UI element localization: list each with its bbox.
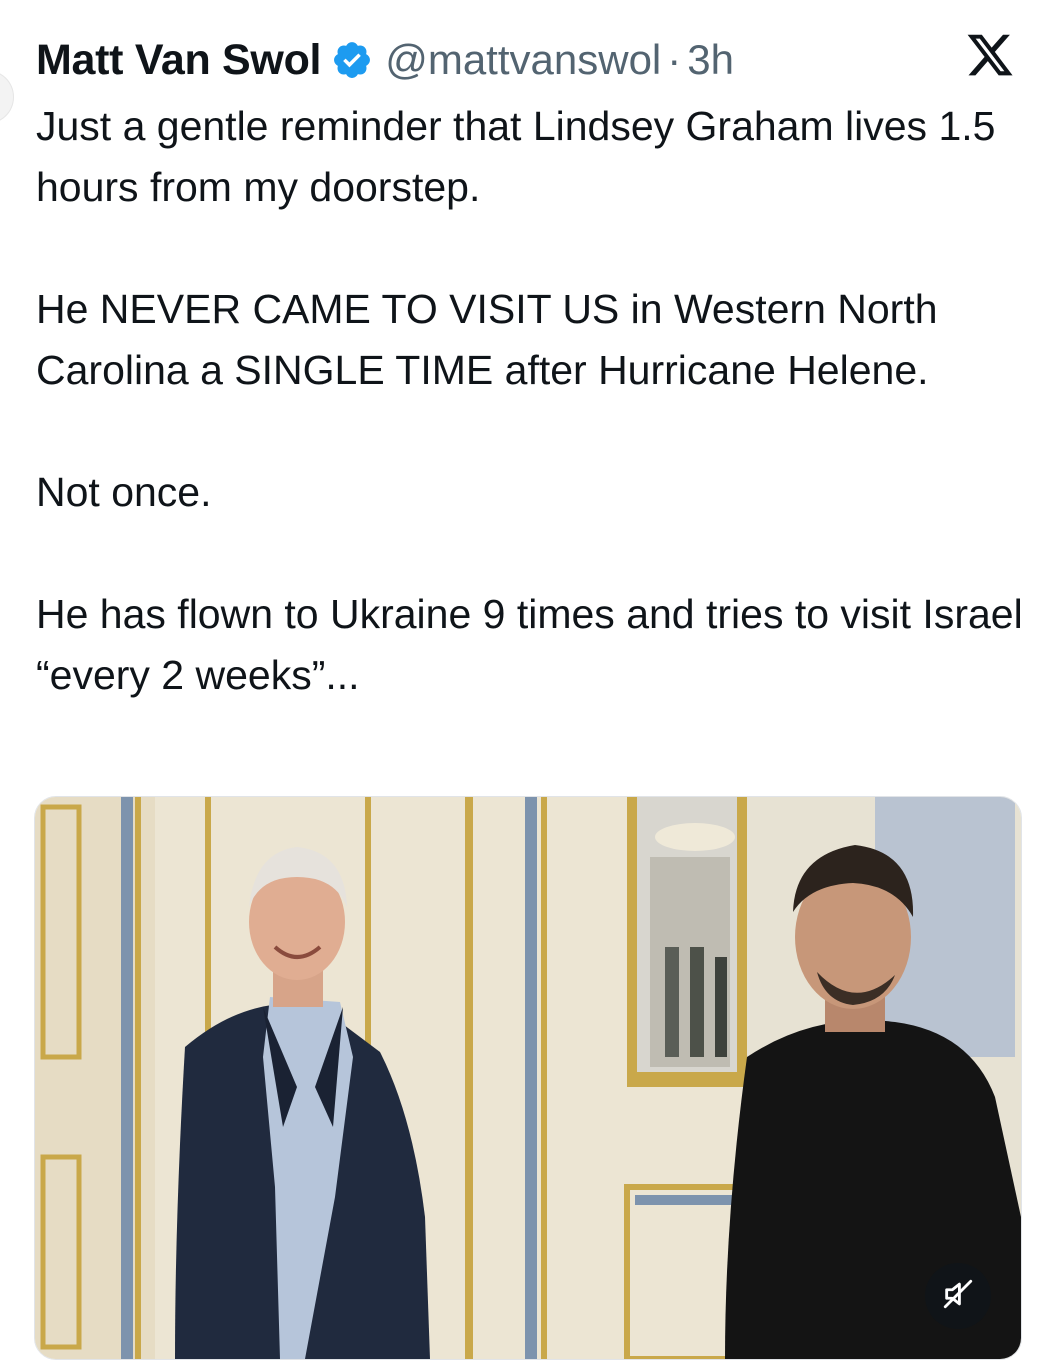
video-frame [35,797,1021,1359]
tweet-paragraph: Just a gentle reminder that Lindsey Grah… [36,103,996,210]
timestamp[interactable]: 3h [687,36,734,84]
tweet-paragraph: He has flown to Ukraine 9 times and trie… [36,591,1023,698]
video-player[interactable] [34,796,1022,1360]
mute-toggle-button[interactable] [925,1263,991,1329]
avatar[interactable] [0,70,14,124]
author-handle[interactable]: @mattvanswol [385,36,661,84]
tweet-paragraph: Not once. [36,469,212,515]
tweet-paragraph: He NEVER CAME TO VISIT US in Western Nor… [36,286,938,393]
speaker-muted-icon [941,1277,975,1316]
tweet-text: Just a gentle reminder that Lindsey Grah… [36,96,1026,706]
x-logo-icon[interactable] [965,30,1015,80]
tweet-header: Matt Van Swol @mattvanswol · 3h [36,30,734,90]
separator-dot: · [667,36,682,83]
verified-badge-icon [331,39,373,81]
author-name[interactable]: Matt Van Swol [36,36,322,85]
